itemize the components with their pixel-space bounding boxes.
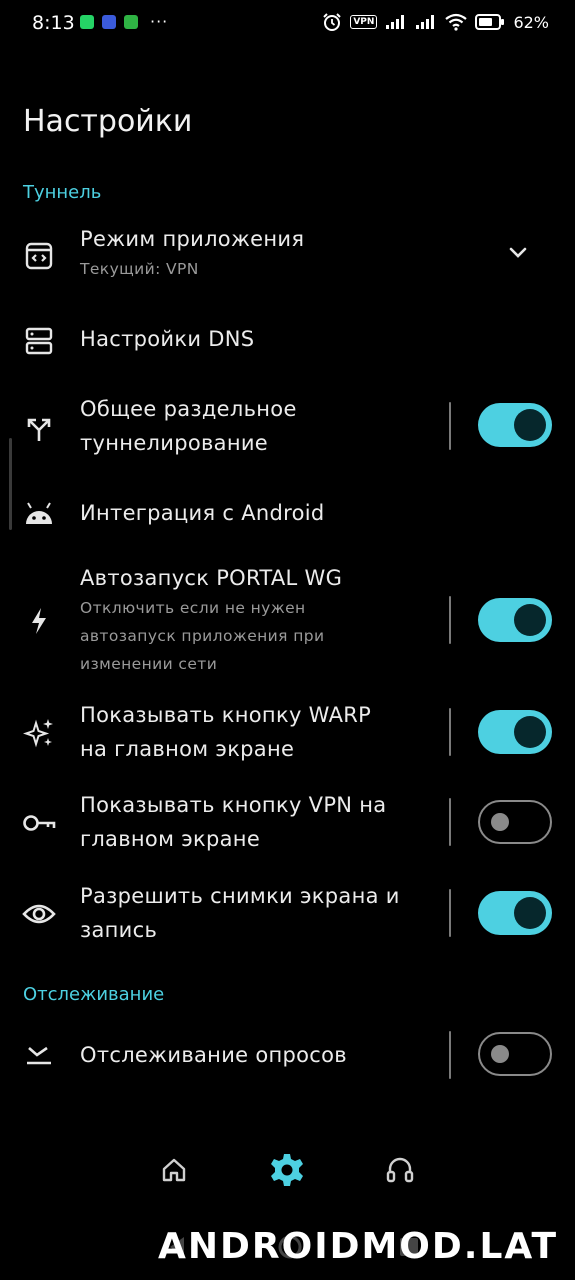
- signal-icon-2: [416, 15, 435, 29]
- split-tunnel-title-line2: туннелирование: [80, 431, 269, 455]
- section-header-tunnel: Туннель: [23, 182, 102, 203]
- autostart-subtitle-line1: Отключить если не нужен: [80, 599, 306, 617]
- eye-icon: [22, 897, 56, 931]
- battery-icon: [475, 14, 505, 30]
- warp-button-title-line2: на главном экране: [80, 737, 295, 761]
- divider: [449, 596, 451, 644]
- setting-warp-button[interactable]: Показывать кнопку WARP на главном экране: [0, 698, 575, 770]
- chevron-down-icon[interactable]: [506, 240, 530, 264]
- poll-tracking-icon: [22, 1038, 56, 1072]
- vpn-button-title-line1: Показывать кнопку VPN на: [80, 793, 387, 817]
- toggle-knob: [491, 813, 509, 831]
- status-bar: 8:13 ··· VPN 62%: [0, 0, 575, 48]
- battery-percent: 62%: [513, 12, 549, 32]
- screenshots-title-line2: запись: [80, 918, 158, 942]
- nav-support[interactable]: [380, 1150, 420, 1190]
- wifi-icon: [445, 13, 468, 31]
- more-notifications-icon: ···: [150, 12, 169, 31]
- screenshots-toggle[interactable]: [478, 891, 552, 935]
- warp-button-title-line1: Показывать кнопку WARP: [80, 703, 372, 727]
- android-integration-title: Интеграция с Android: [80, 501, 325, 525]
- divider: [449, 798, 451, 846]
- autostart-subtitle-line2: автозапуск приложения при: [80, 627, 325, 645]
- poll-tracking-toggle[interactable]: [478, 1032, 552, 1076]
- section-header-tracking: Отслеживание: [23, 984, 165, 1005]
- app-mode-subtitle: Текущий: VPN: [80, 260, 199, 278]
- warp-button-toggle[interactable]: [478, 710, 552, 754]
- bottom-navigation: [0, 1140, 575, 1200]
- sparkle-icon: [22, 716, 56, 750]
- android-icon: [22, 498, 56, 532]
- home-icon: [162, 1158, 186, 1182]
- signal-icon: [386, 15, 405, 29]
- nav-home[interactable]: [154, 1150, 194, 1190]
- setting-split-tunnel[interactable]: Общее раздельное туннелирование: [0, 392, 575, 464]
- system-icons: VPN 62%: [322, 12, 549, 32]
- headset-icon: [386, 1157, 414, 1183]
- toggle-knob: [491, 1045, 509, 1063]
- autostart-title: Автозапуск PORTAL WG: [80, 566, 343, 590]
- toggle-knob: [514, 409, 546, 441]
- grid-app-icon: [102, 15, 116, 29]
- runner-app-icon: [124, 15, 138, 29]
- setting-screenshots[interactable]: Разрешить снимки экрана и запись: [0, 879, 575, 951]
- setting-vpn-button[interactable]: Показывать кнопку VPN на главном экране: [0, 788, 575, 860]
- divider: [449, 402, 451, 450]
- vpn-button-toggle[interactable]: [478, 800, 552, 844]
- divider: [449, 1031, 451, 1079]
- toggle-knob: [514, 897, 546, 929]
- setting-poll-tracking[interactable]: Отслеживание опросов: [0, 1030, 575, 1080]
- status-time: 8:13: [32, 12, 75, 34]
- dns-title: Настройки DNS: [80, 327, 255, 351]
- split-tunnel-toggle[interactable]: [478, 403, 552, 447]
- notification-icons: ···: [80, 12, 169, 31]
- autostart-toggle[interactable]: [478, 598, 552, 642]
- split-arrows-icon: [22, 412, 56, 446]
- alarm-icon: [323, 13, 342, 31]
- watermark: ANDROIDMOD.LAT: [158, 1226, 559, 1267]
- page-title: Настройки: [23, 104, 193, 139]
- bolt-icon: [22, 604, 56, 638]
- app-mode-icon: [22, 239, 56, 273]
- poll-tracking-title: Отслеживание опросов: [80, 1043, 347, 1067]
- app-mode-title: Режим приложения: [80, 227, 305, 251]
- whatsapp-icon: [80, 15, 94, 29]
- settings-gear-icon: [271, 1154, 303, 1186]
- screenshots-title-line1: Разрешить снимки экрана и: [80, 884, 400, 908]
- key-icon: [22, 806, 56, 840]
- setting-android-integration[interactable]: Интеграция с Android: [0, 494, 575, 536]
- nav-settings[interactable]: [267, 1150, 307, 1190]
- divider: [449, 889, 451, 937]
- setting-autostart[interactable]: Автозапуск PORTAL WG Отключить если не н…: [0, 560, 575, 680]
- toggle-knob: [514, 604, 546, 636]
- setting-dns[interactable]: Настройки DNS: [0, 320, 575, 362]
- autostart-subtitle-line3: изменении сети: [80, 655, 218, 673]
- divider: [449, 708, 451, 756]
- split-tunnel-title-line1: Общее раздельное: [80, 397, 297, 421]
- toggle-knob: [514, 716, 546, 748]
- setting-app-mode[interactable]: Режим приложения Текущий: VPN: [0, 222, 575, 294]
- dns-server-icon: [22, 324, 56, 358]
- vpn-button-title-line2: главном экране: [80, 827, 261, 851]
- vpn-status-badge: VPN: [350, 15, 378, 29]
